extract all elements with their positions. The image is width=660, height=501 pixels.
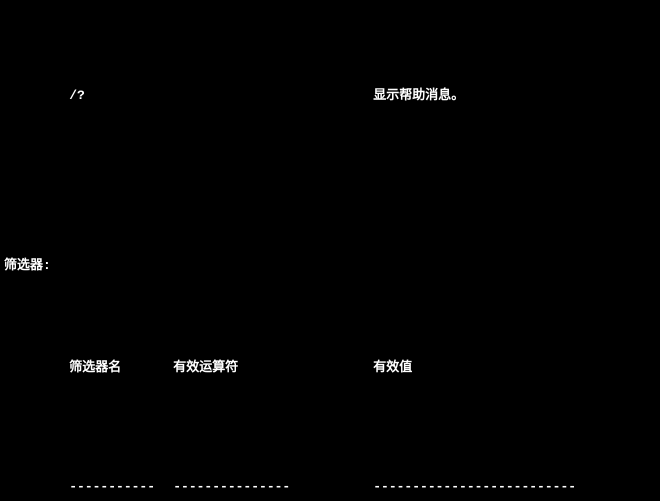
rule-2: --------------- bbox=[173, 478, 373, 495]
help-switch-desc: 显示帮助消息。 bbox=[373, 87, 464, 104]
terminal-output: /?显示帮助消息。 筛选器: 筛选器名有效运算符有效值 ------------… bbox=[0, 0, 660, 501]
filter-header-rule: ----------------------------------------… bbox=[4, 461, 656, 501]
filter-col-name: 筛选器名 bbox=[69, 359, 173, 376]
filter-header-row: 筛选器名有效运算符有效值 bbox=[4, 342, 656, 393]
filter-heading: 筛选器: bbox=[4, 257, 656, 274]
help-switch: /? bbox=[69, 87, 173, 104]
filter-col-values: 有效值 bbox=[373, 359, 412, 376]
filter-col-ops: 有效运算符 bbox=[173, 359, 373, 376]
rule-3: -------------------------- bbox=[373, 478, 576, 495]
rule-1: ----------- bbox=[69, 478, 173, 495]
help-switch-row: /? 显示帮助消息。 bbox=[4, 70, 656, 121]
